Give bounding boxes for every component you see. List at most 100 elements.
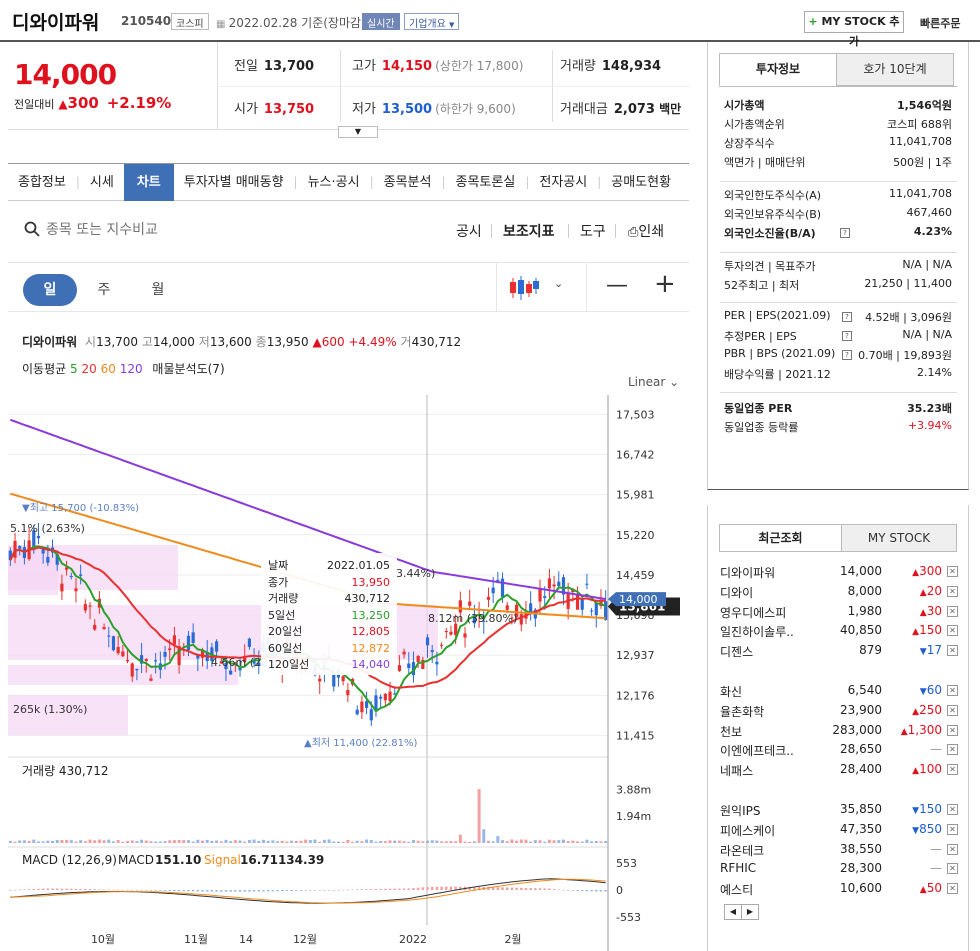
recent-stock-row[interactable]: 영우디에스피 1,980 ▲30 ✕ (720, 604, 958, 623)
recent-stock-row[interactable]: 디와이파워 14,000 ▲300 ✕ (720, 564, 958, 583)
add-mystock-button[interactable]: + MY STOCK 추가 (804, 11, 904, 48)
period-week-button[interactable]: 주 (77, 274, 131, 306)
prev-page-button[interactable]: ◀ (724, 904, 742, 920)
info-row: 추정PER | EPS N/A | N/A? (724, 328, 952, 347)
macd-histogram-bar (402, 888, 406, 890)
recent-stock-name[interactable]: 디와이 (720, 584, 753, 601)
tab-6[interactable]: 종목토론실 (446, 164, 526, 201)
recent-stock-row[interactable]: 라온테크 38,550 — ✕ (720, 842, 958, 861)
volume-profile-bar (8, 665, 238, 685)
macd-histogram-bar (529, 888, 532, 890)
company-overview-button[interactable]: 기업개요 ▼ (404, 13, 460, 30)
remove-icon[interactable]: ✕ (947, 843, 958, 855)
recent-stock-row[interactable]: 이엔에프테크.. 28,650 — ✕ (720, 742, 958, 761)
remove-icon[interactable]: ✕ (947, 744, 958, 756)
macd-histogram-bar (102, 889, 106, 891)
remove-icon[interactable]: ✕ (947, 566, 958, 577)
help-icon[interactable]: ? (842, 331, 852, 341)
remove-icon[interactable]: ✕ (947, 605, 958, 617)
tab-1[interactable]: 시세 (80, 164, 124, 201)
trade-value: 거래대금 2,073 백만 (560, 102, 682, 117)
tab-7[interactable]: 전자공시 (529, 164, 597, 201)
draw-tools-button[interactable]: 도구 (580, 221, 606, 241)
help-icon[interactable]: ? (842, 350, 852, 360)
zoom-out-button[interactable]: — (606, 273, 628, 298)
recent-stock-row[interactable]: 율촌화학 23,900 ▲250 ✕ (720, 703, 958, 722)
recent-stock-name[interactable]: 이엔에프테크.. (720, 742, 794, 759)
remove-icon[interactable]: ✕ (947, 645, 958, 657)
tab-mystock[interactable]: MY STOCK (841, 524, 957, 552)
volume-bar (411, 839, 415, 843)
zoom-in-button[interactable]: + (654, 269, 676, 299)
recent-stock-row[interactable]: RFHIC 28,300 — ✕ (720, 861, 958, 880)
tab-4[interactable]: 뉴스·공시 (298, 164, 370, 201)
recent-stock-name[interactable]: 영우디에스피 (720, 604, 786, 621)
remove-icon[interactable]: ✕ (947, 685, 958, 696)
volume-bar (397, 840, 401, 843)
recent-stock-row[interactable]: 피에스케이 47,350 ▼850 ✕ (720, 822, 958, 841)
recent-stock-name[interactable]: 천보 (720, 723, 742, 740)
volume-bar (111, 841, 115, 843)
remove-icon[interactable]: ✕ (947, 585, 958, 597)
expand-toggle-button[interactable]: ▼ (338, 126, 378, 138)
compare-search-input[interactable] (46, 219, 346, 241)
recent-stock-row[interactable]: 원익IPS 35,850 ▼150 ✕ (720, 802, 958, 821)
period-day-button[interactable]: 일 (23, 274, 77, 306)
macd-histogram-bar (126, 890, 129, 891)
recent-stock-name[interactable]: 원익IPS (720, 802, 760, 819)
tab-invest-info[interactable]: 투자정보 (719, 53, 837, 86)
recent-stock-name[interactable]: 피에스케이 (720, 822, 775, 839)
remove-icon[interactable]: ✕ (947, 883, 958, 895)
volume-profile-toggle[interactable]: 매물분석도(7) (152, 362, 224, 376)
tab-hoga[interactable]: 호가 10단계 (836, 53, 954, 86)
recent-stock-row[interactable]: 천보 283,000 ▲1,300 ✕ (720, 723, 958, 742)
remove-icon[interactable]: ✕ (947, 823, 958, 835)
recent-stock-row[interactable]: 예스티 10,600 ▲50 ✕ (720, 881, 958, 900)
tab-2[interactable]: 차트 (123, 164, 174, 201)
disclosure-button[interactable]: 공시 (456, 221, 482, 241)
info-label: 52주최고 | 최저 (724, 279, 800, 292)
tab-5[interactable]: 종목분석 (374, 164, 442, 201)
quick-order-button[interactable]: 빠른주문 (920, 15, 960, 31)
recent-stock-row[interactable]: 일진하이솔루.. 40,850 ▲150 ✕ (720, 623, 958, 642)
recent-stock-name[interactable]: 일진하이솔루.. (720, 623, 794, 640)
macd-histogram-bar (238, 890, 242, 892)
recent-stock-row[interactable]: 디젠스 879 ▼17 ✕ (720, 643, 958, 662)
macd-histogram-bar (187, 890, 190, 892)
period-month-button[interactable]: 월 (131, 274, 185, 306)
recent-stock-row[interactable]: 디와이 8,000 ▲20 ✕ (720, 584, 958, 603)
recent-stock-name[interactable]: 디와이파워 (720, 564, 775, 581)
next-page-button[interactable]: ▶ (741, 904, 759, 920)
remove-icon[interactable]: ✕ (947, 704, 958, 716)
tab-recent[interactable]: 최근조회 (719, 524, 842, 552)
help-icon[interactable]: ? (842, 312, 852, 322)
recent-stock-name[interactable]: 예스티 (720, 881, 753, 898)
realtime-badge[interactable]: 실시간 (362, 13, 400, 30)
scale-select[interactable]: Linear ⌄ (628, 375, 679, 389)
indicator-button[interactable]: 보조지표 (503, 221, 555, 241)
recent-stock-name[interactable]: 라온테크 (720, 842, 764, 859)
recent-stock-name[interactable]: 네패스 (720, 762, 753, 779)
recent-stock-name[interactable]: 디젠스 (720, 643, 753, 660)
candlestick-type-icon[interactable] (508, 275, 540, 301)
chevron-down-icon[interactable]: ⌄ (554, 277, 563, 290)
candle-body (102, 627, 106, 630)
tab-0[interactable]: 종합정보 (8, 164, 76, 201)
tab-8[interactable]: 공매도현황 (601, 164, 681, 201)
remove-icon[interactable]: ✕ (947, 625, 958, 637)
recent-stock-row[interactable]: 네패스 28,400 ▲100 ✕ (720, 762, 958, 781)
candle-body (547, 578, 552, 589)
company-overview-label: 기업개요 (409, 19, 446, 30)
remove-icon[interactable]: ✕ (947, 863, 958, 875)
recent-stock-name[interactable]: 화신 (720, 683, 742, 700)
search-icon[interactable] (24, 221, 40, 237)
recent-stock-name[interactable]: 율촌화학 (720, 703, 764, 720)
remove-icon[interactable]: ✕ (947, 764, 958, 776)
remove-icon[interactable]: ✕ (947, 724, 958, 736)
remove-icon[interactable]: ✕ (947, 804, 958, 815)
help-icon[interactable]: ? (840, 228, 850, 238)
tab-3[interactable]: 투자자별 매매동향 (174, 164, 294, 201)
recent-stock-name[interactable]: RFHIC (720, 861, 756, 875)
print-button[interactable]: ⎙인쇄 (628, 221, 664, 241)
recent-stock-row[interactable]: 화신 6,540 ▼60 ✕ (720, 683, 958, 702)
